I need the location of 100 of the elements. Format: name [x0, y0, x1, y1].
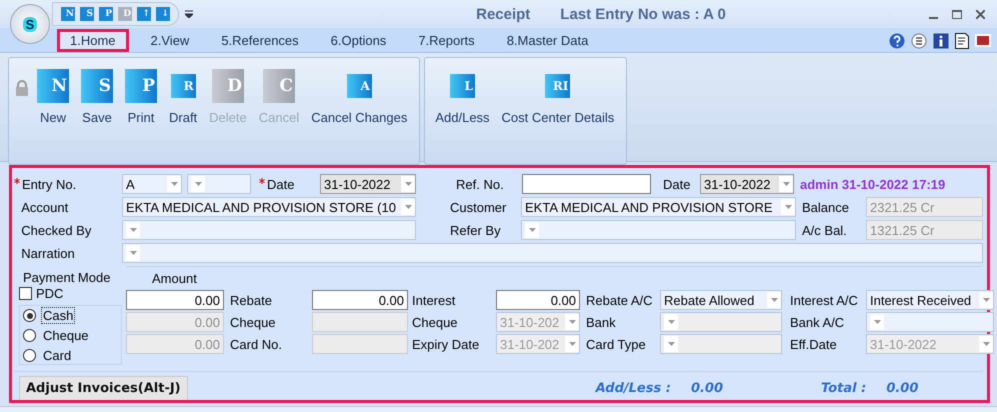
payment-mode-radio[interactable]: [23, 309, 36, 322]
quick-access-button[interactable]: S: [80, 7, 94, 21]
quick-access-button[interactable]: ↓: [156, 7, 170, 21]
caret-icon: [194, 182, 202, 186]
total-value: 0.00: [886, 380, 918, 396]
letter-icon: P: [125, 69, 157, 103]
caret-icon: [982, 298, 990, 302]
letter-icon: S: [81, 69, 113, 103]
caret-icon: [130, 228, 136, 232]
letter-icon: R: [170, 74, 196, 98]
close-icon[interactable]: [976, 10, 985, 18]
ribbon-button[interactable]: L Add/Less: [431, 68, 494, 125]
caret-icon: [782, 182, 790, 186]
radio-label: Cheque: [42, 328, 90, 343]
field-label: Account: [20, 200, 70, 214]
ribbon-button[interactable]: N New: [33, 68, 73, 125]
ribbon-tab[interactable]: 5.References: [205, 29, 315, 52]
field-label: Cheque: [412, 314, 459, 330]
field-label: Rebate: [230, 292, 273, 308]
section-label: Payment Mode: [22, 270, 112, 285]
window-title: Receipt: [476, 6, 530, 22]
field-label: Entry No.: [14, 176, 122, 192]
field-label: Refer By: [450, 222, 502, 238]
field-label: Balance: [802, 200, 850, 214]
caret-icon: [668, 320, 674, 324]
ribbon-button[interactable]: S Save: [77, 68, 117, 125]
caret-icon: [528, 228, 536, 232]
total-label: Add/Less :: [596, 380, 671, 396]
field-label: Card No.: [230, 336, 284, 352]
select-combo[interactable]: Interest Received: [866, 290, 994, 310]
field-label: Rebate A/C: [586, 292, 654, 308]
radio-label: Cash: [42, 308, 74, 323]
pdc-checkbox[interactable]: [19, 287, 32, 300]
field-label: Ref. No.: [456, 176, 505, 192]
help-icon[interactable]: [889, 32, 905, 48]
date-combo[interactable]: 31-10-2022: [320, 174, 416, 194]
date-combo[interactable]: 31-10-2022: [700, 174, 794, 194]
ribbon-button[interactable]: A Cancel Changes: [307, 68, 412, 125]
payment-mode-radio[interactable]: [23, 329, 36, 342]
user-timestamp: admin 31-10-2022 17:19: [800, 176, 946, 192]
ribbon-tab[interactable]: 7.Reports: [402, 29, 491, 52]
list-icon[interactable]: [911, 32, 927, 48]
letter-icon: D: [212, 69, 244, 103]
column-header: Amount: [151, 270, 198, 288]
field-label: Bank: [586, 314, 617, 330]
customize-icon[interactable]: [185, 10, 193, 18]
quick-access-button[interactable]: N: [61, 7, 75, 21]
amount-field[interactable]: 0.00: [496, 290, 580, 310]
field-label: Customer: [450, 200, 508, 214]
balance-field: 1321.25 Cr: [866, 220, 983, 240]
ribbon-tab[interactable]: 6.Options: [314, 29, 402, 52]
field-label: A/c Bal.: [802, 222, 848, 238]
caret-icon: [982, 342, 990, 346]
ref-no-field[interactable]: [522, 174, 651, 194]
series-combo[interactable]: A: [122, 174, 182, 194]
quick-access-button[interactable]: ↑: [137, 7, 151, 21]
checked-by-combo[interactable]: [122, 220, 416, 240]
ribbon-tab[interactable]: 1.Home: [57, 29, 129, 52]
field-label: Narration: [20, 246, 76, 260]
field-label: Expiry Date: [412, 336, 480, 352]
field-label: Interest A/C: [790, 292, 859, 308]
ribbon-tab[interactable]: 2.View: [134, 29, 206, 52]
caret-icon: [568, 320, 576, 324]
ribbon-tab[interactable]: 8.Master Data: [490, 29, 604, 52]
select-combo[interactable]: Rebate Allowed: [660, 290, 782, 310]
total-label: Total :: [821, 380, 866, 396]
caret-icon: [404, 205, 412, 209]
total-value: 0.00: [690, 380, 724, 396]
letter-icon: L: [450, 74, 475, 98]
maximize-icon[interactable]: [952, 10, 962, 18]
letter-icon: RI: [545, 74, 570, 98]
ribbon-button[interactable]: RI Cost Center Details: [498, 68, 618, 125]
letter-icon: A: [346, 74, 372, 98]
ribbon-button[interactable]: P Print: [121, 68, 161, 125]
quick-access-button[interactable]: P: [99, 7, 113, 21]
field-label: Eff.Date: [790, 336, 838, 352]
caret-icon: [784, 205, 792, 209]
caret-icon: [568, 342, 576, 346]
ribbon-button[interactable]: R Draft: [165, 68, 202, 125]
field-label: Cheque: [230, 314, 277, 330]
field-label: Date: [663, 176, 692, 192]
payment-mode-radio[interactable]: [23, 349, 36, 362]
checkbox-label: PDC: [36, 286, 64, 301]
exit-icon[interactable]: [975, 34, 991, 47]
caret-icon: [170, 182, 178, 186]
field-label: Interest: [412, 292, 456, 308]
app-logo[interactable]: S: [10, 4, 50, 44]
radio-label: Card: [42, 348, 72, 363]
customer-combo[interactable]: EKTA MEDICAL AND PROVISION STORE: [521, 197, 796, 217]
adjust-invoices-button[interactable]: Adjust Invoices(Alt-J): [19, 376, 188, 400]
field-label: Date: [259, 176, 320, 192]
amount-field[interactable]: 0.00: [312, 290, 408, 310]
caret-icon: [874, 320, 880, 324]
info-icon[interactable]: [933, 32, 949, 48]
document-icon[interactable]: [955, 32, 969, 48]
amount-field[interactable]: 0.00: [126, 290, 224, 310]
field-label: Card Type: [586, 336, 647, 352]
account-combo[interactable]: EKTA MEDICAL AND PROVISION STORE (10: [122, 197, 416, 217]
letter-icon: N: [37, 69, 69, 103]
window-subtitle: Last Entry No was : A 0: [560, 6, 726, 22]
